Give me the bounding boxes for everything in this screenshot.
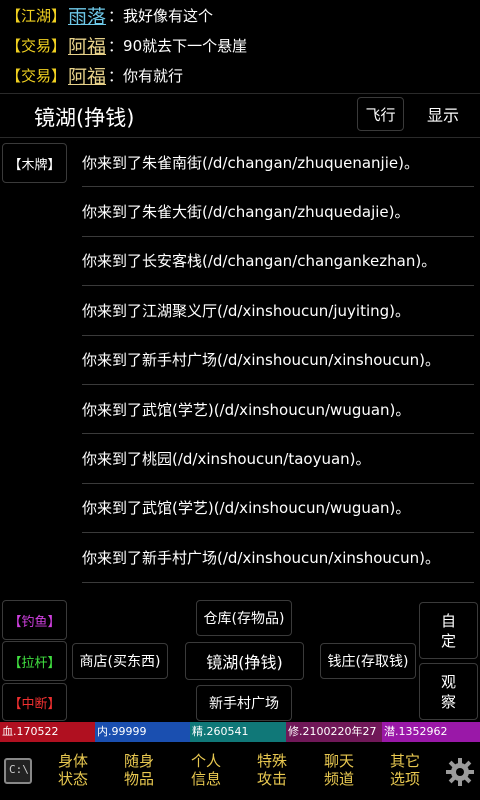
location-title: 镜湖(挣钱) — [34, 106, 135, 130]
nav-body-status[interactable]: 身体 状态 — [48, 752, 98, 788]
fish-button[interactable]: 【钓鱼】 — [2, 600, 67, 640]
log-item: 你来到了朱雀大街(/d/changan/zhuquedajie)。 — [82, 187, 474, 237]
log-item: 你来到了新手村广场(/d/xinshoucun/xinshoucun)。 — [82, 336, 474, 385]
stat-hp: 血.170522 — [0, 722, 95, 742]
chat-player-name[interactable]: 阿福 — [68, 62, 106, 89]
log-item: 你来到了武馆(学艺)(/d/xinshoucun/wuguan)。 — [82, 484, 474, 534]
stats-bar: 血.170522 内.99999 精.260541 修.2100220年27 潜… — [0, 722, 480, 742]
chat-colon: ： — [108, 66, 124, 85]
exit-shop-button[interactable]: 商店(买东西) — [72, 643, 168, 679]
chat-line: 【交易】 阿福 ： 90就去下一个悬崖 — [6, 30, 247, 60]
console-icon[interactable]: C:\ — [4, 758, 32, 784]
chat-player-name[interactable]: 阿福 — [68, 32, 106, 59]
chat-channel: 【江湖】 — [6, 6, 67, 25]
log-item: 你来到了武馆(学艺)(/d/xinshoucun/wuguan)。 — [82, 385, 474, 435]
exit-warehouse-button[interactable]: 仓库(存物品) — [196, 600, 292, 636]
fly-button[interactable]: 飞行 — [357, 97, 404, 131]
chat-channel: 【交易】 — [6, 36, 67, 55]
custom-button[interactable]: 自 定 — [419, 602, 478, 659]
exit-bank-button[interactable]: 钱庄(存取钱) — [320, 643, 416, 679]
chat-line: 【江湖】 雨落 ： 我好像有这个 — [6, 0, 213, 30]
chat-message: 我好像有这个 — [123, 6, 214, 25]
nav-personal-info[interactable]: 个人 信息 — [181, 752, 231, 788]
stat-mp: 内.99999 — [95, 722, 190, 742]
chat-colon: ： — [108, 36, 124, 55]
exit-village-square-button[interactable]: 新手村广场 — [196, 685, 292, 721]
location-bar: 镜湖(挣钱) — [0, 93, 480, 138]
interrupt-button[interactable]: 【中断】 — [2, 683, 67, 721]
pull-rod-button[interactable]: 【拉杆】 — [2, 641, 67, 681]
observe-button[interactable]: 观 察 — [419, 663, 478, 720]
nav-special-attack[interactable]: 特殊 攻击 — [247, 752, 297, 788]
nav-other-options[interactable]: 其它 选项 — [380, 752, 430, 788]
chat-player-name[interactable]: 雨落 — [68, 2, 106, 29]
stat-potential: 潜.1352962 — [382, 722, 480, 742]
current-location-button[interactable]: 镜湖(挣钱) — [185, 642, 304, 680]
chat-message: 你有就行 — [123, 66, 184, 85]
gear-icon[interactable] — [444, 756, 476, 788]
show-button[interactable]: 显示 — [412, 97, 474, 131]
log-item: 你来到了江湖聚义厅(/d/xinshoucun/juyiting)。 — [82, 286, 474, 336]
chat-message: 90就去下一个悬崖 — [123, 36, 248, 55]
wood-sign-button[interactable]: 【木牌】 — [2, 143, 67, 183]
bottom-nav: C:\ 身体 状态 随身 物品 个人 信息 特殊 攻击 聊天 频道 其它 选项 — [0, 744, 480, 800]
message-log: 你来到了朱雀南街(/d/changan/zhuquenanjie)。 你来到了朱… — [82, 138, 474, 583]
nav-inventory[interactable]: 随身 物品 — [114, 752, 164, 788]
stat-energy: 精.260541 — [190, 722, 286, 742]
nav-chat-channel[interactable]: 聊天 频道 — [314, 752, 364, 788]
log-item: 你来到了朱雀南街(/d/changan/zhuquenanjie)。 — [82, 138, 474, 188]
stat-cultivation: 修.2100220年27 — [286, 722, 382, 742]
log-item: 你来到了新手村广场(/d/xinshoucun/xinshoucun)。 — [82, 533, 474, 583]
log-item: 你来到了桃园(/d/xinshoucun/taoyuan)。 — [82, 434, 474, 484]
chat-line: 【交易】 阿福 ： 你有就行 — [6, 60, 183, 90]
log-item: 你来到了长安客栈(/d/changan/changankezhan)。 — [82, 237, 474, 287]
chat-channel: 【交易】 — [6, 66, 67, 85]
console-glyph: C:\ — [9, 763, 29, 776]
chat-colon: ： — [108, 6, 124, 25]
